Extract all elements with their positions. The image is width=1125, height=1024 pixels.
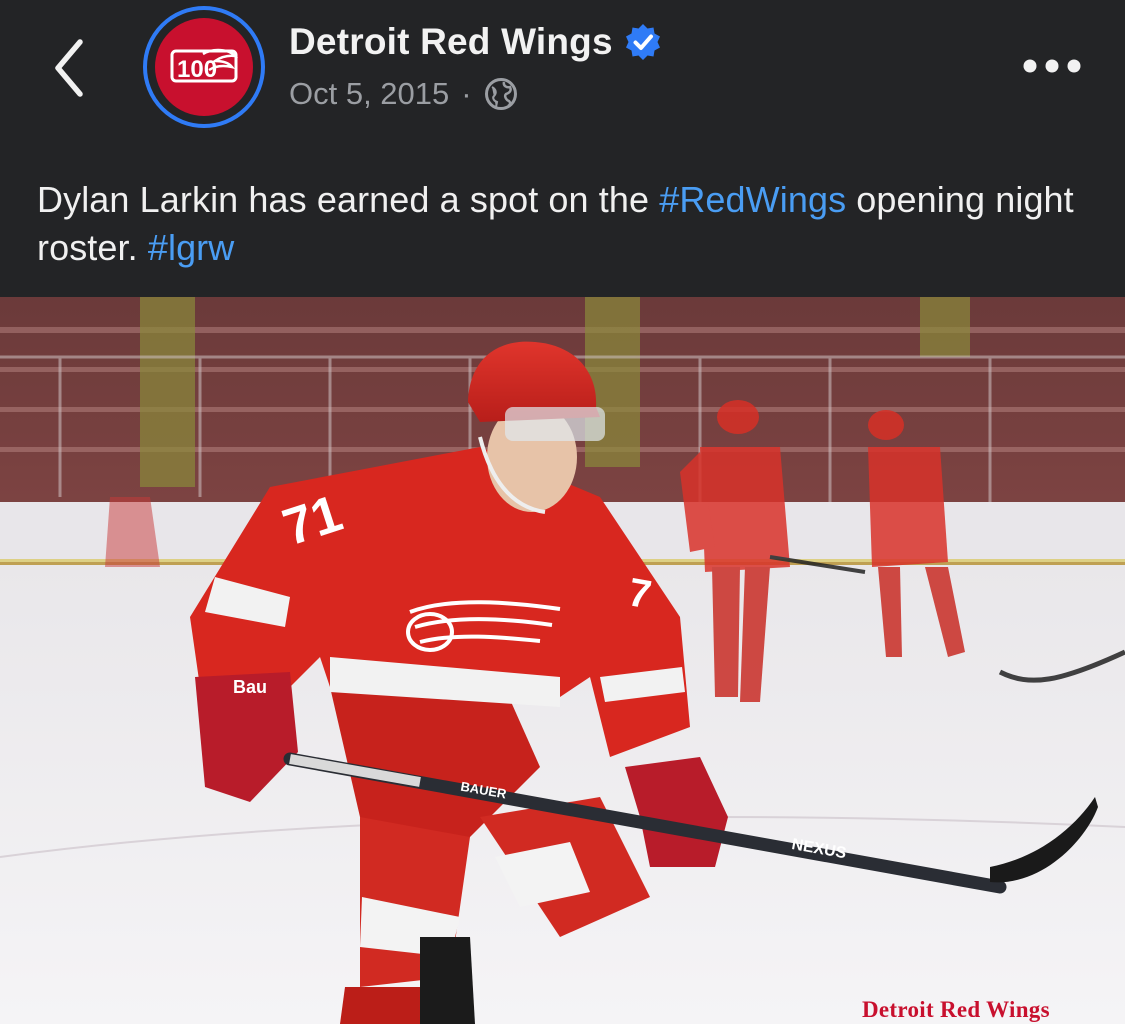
post-date[interactable]: Oct 5, 2015 xyxy=(289,76,449,112)
back-button[interactable] xyxy=(48,36,92,100)
photo-watermark: Detroit Red Wings xyxy=(862,997,1050,1022)
hashtag-lgrw[interactable]: #lgrw xyxy=(148,227,235,268)
verified-badge-icon xyxy=(623,22,663,62)
more-options-button[interactable] xyxy=(1018,50,1086,82)
svg-text:100: 100 xyxy=(177,56,217,83)
meta-separator: · xyxy=(461,76,472,111)
post-meta: Oct 5, 2015 · xyxy=(289,72,518,116)
hashtag-redwings[interactable]: #RedWings xyxy=(659,179,846,220)
glove-text: Bau xyxy=(233,677,267,697)
page-name[interactable]: Detroit Red Wings xyxy=(289,21,613,63)
red-wings-100-logo: 100 xyxy=(155,18,253,116)
chevron-left-icon xyxy=(55,39,83,97)
page-avatar[interactable]: 100 xyxy=(143,6,265,128)
caption-text: Dylan Larkin has earned a spot on the xyxy=(37,179,660,220)
post-caption: Dylan Larkin has earned a spot on the #R… xyxy=(37,176,1097,272)
post-header: 100 Detroit Red Wings Oct 5, 2015 · xyxy=(0,0,1125,140)
globe-icon xyxy=(484,77,518,111)
facebook-post: 100 Detroit Red Wings Oct 5, 2015 · Dyla… xyxy=(0,0,1125,1024)
page-name-row: Detroit Red Wings xyxy=(289,18,663,66)
post-photo[interactable]: 71 7 Bau BAUER NEXUS xyxy=(0,297,1125,1024)
more-options-icon xyxy=(1023,59,1081,73)
